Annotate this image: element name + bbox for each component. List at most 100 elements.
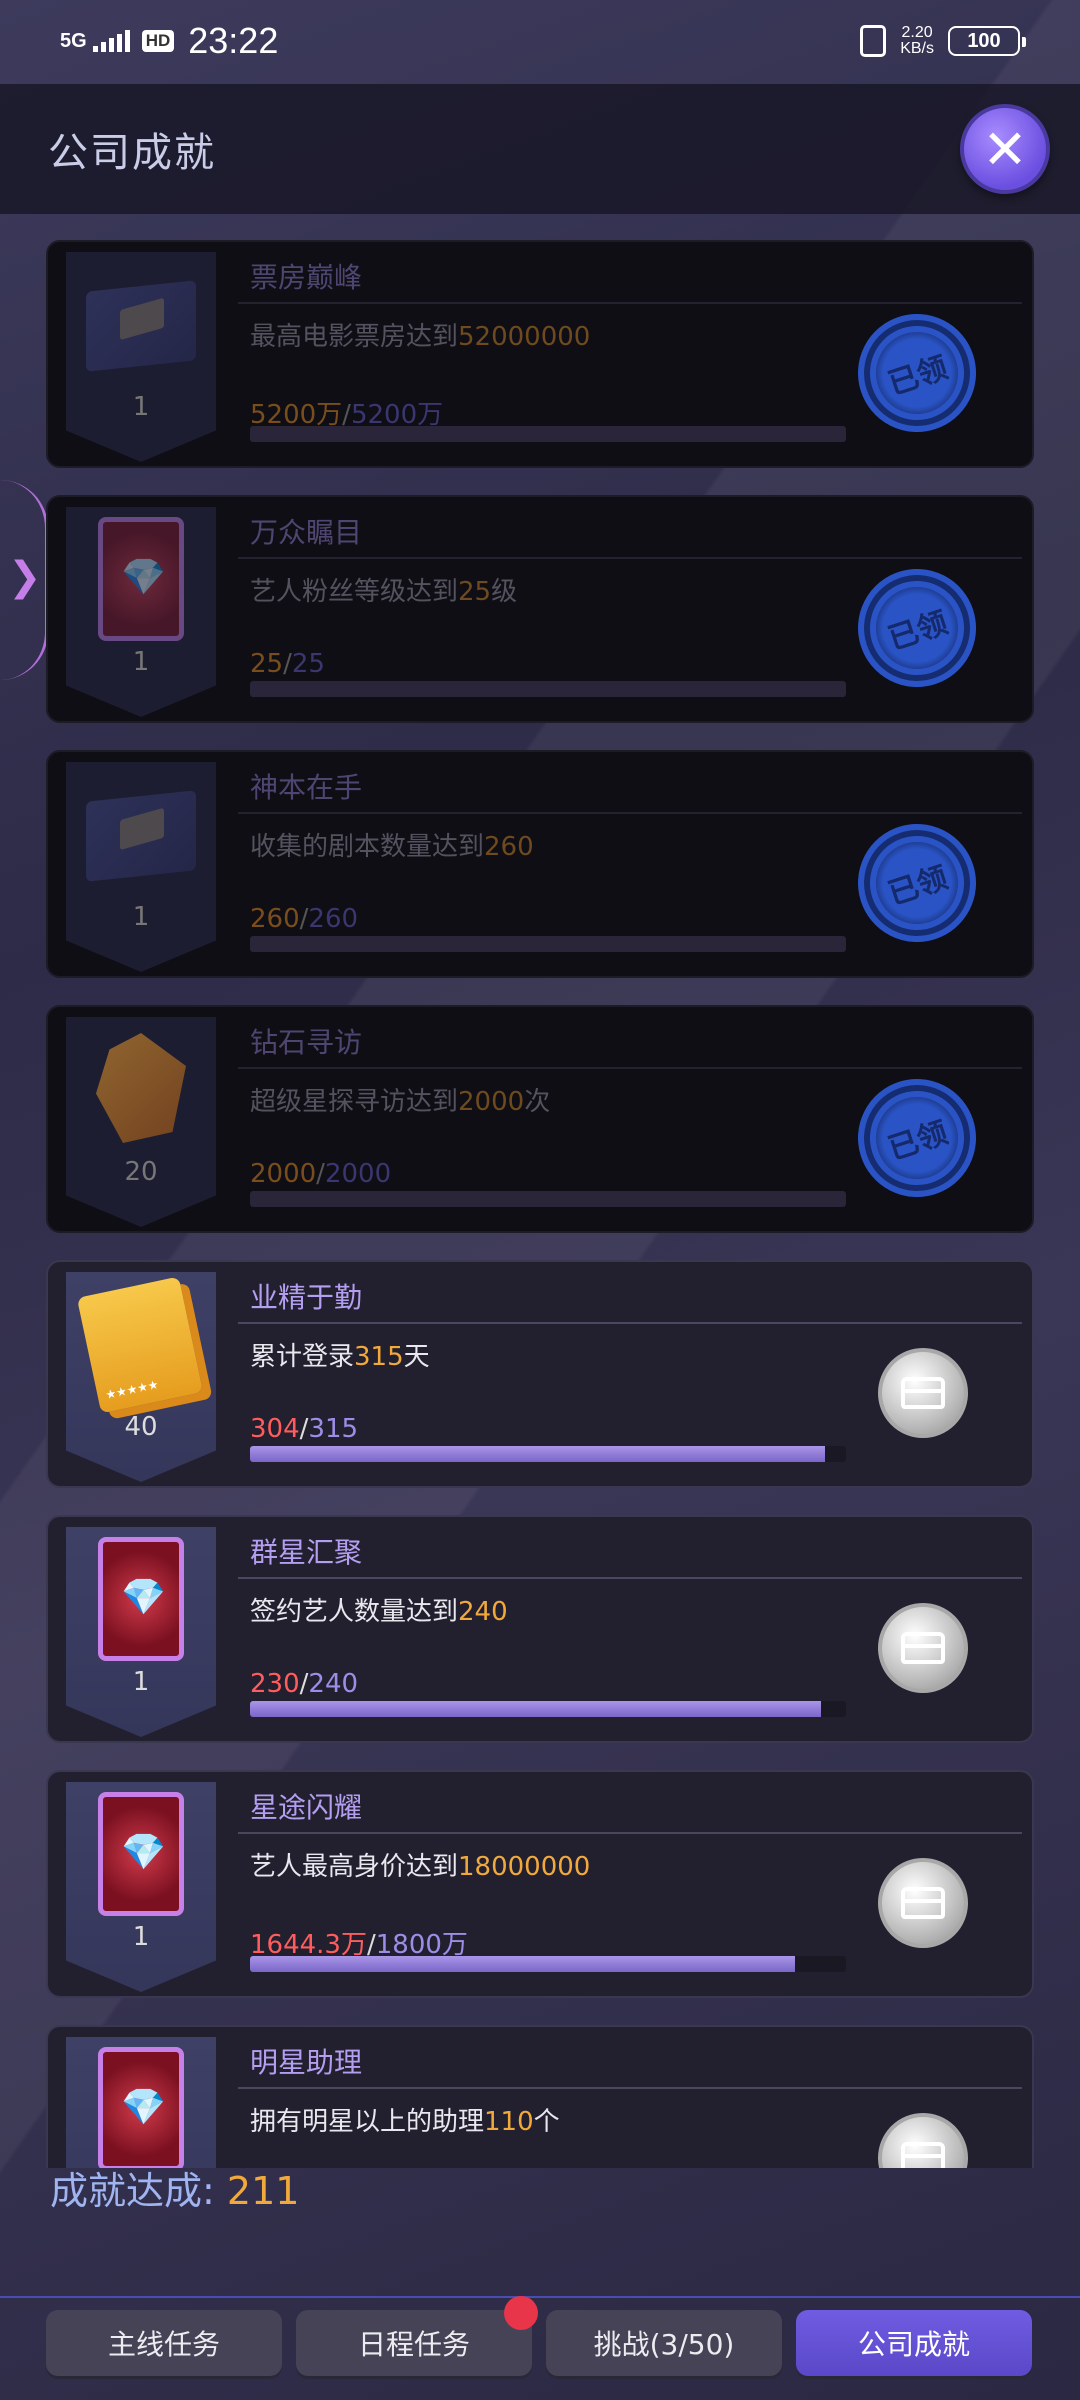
tab-main-quest[interactable]: 主线任务 <box>46 2310 282 2376</box>
reward-count: 1 <box>132 1667 150 1697</box>
hd-badge: HD <box>141 30 175 52</box>
claim-chest-button[interactable] <box>878 1858 968 1948</box>
close-button[interactable]: ✕ <box>960 104 1050 194</box>
header: 公司成就 ✕ <box>0 84 1080 214</box>
divider <box>238 1577 1022 1579</box>
claim-chest-button[interactable] <box>878 2113 968 2168</box>
achievement-description: 最高电影票房达到52000000 <box>250 322 591 352</box>
achievement-card: 20 钻石寻访 超级星探寻访达到2000次 2000/2000 已领 <box>46 1005 1034 1233</box>
tab-label: 主线任务 <box>107 2328 220 2361</box>
divider <box>238 2087 1022 2089</box>
divider <box>238 1067 1022 1069</box>
status-bar: 5G HD 23:22 2.20 KB/s 100 <box>0 0 1080 82</box>
achievement-title: 明星助理 <box>250 2046 363 2079</box>
chest-icon <box>901 1887 945 1919</box>
artist-card-icon <box>98 1537 184 1661</box>
tab-daily-quest[interactable]: 日程任务 <box>296 2296 538 2376</box>
achievement-description: 艺人粉丝等级达到25级 <box>250 577 518 607</box>
progress-total: 240 <box>308 1669 359 1699</box>
chest-icon <box>901 2142 945 2168</box>
signal-icon <box>92 30 130 52</box>
progress-current: 304 <box>250 1414 300 1444</box>
tab-company-achievements[interactable]: 公司成就 <box>796 2310 1032 2376</box>
vibrate-icon <box>860 25 887 57</box>
achievement-title: 神本在手 <box>250 771 363 804</box>
achievement-card: 1 万众瞩目艺人粉丝等级达到25级 25/25 已领 <box>46 495 1034 723</box>
tab-challenge[interactable]: 挑战(3/50) <box>546 2310 782 2376</box>
achievement-card: 1 群星汇聚签约艺人数量达到240 230/240 <box>46 1515 1034 1743</box>
achievement-title: 万众瞩目 <box>250 516 363 549</box>
progress-total: 2000 <box>324 1159 392 1189</box>
progress-fill <box>250 1191 846 1207</box>
progress-total: 315 <box>308 1414 359 1444</box>
page-title: 公司成就 <box>48 130 216 176</box>
reward-badge: 1 <box>66 2037 216 2168</box>
progress-text: 260/260 <box>250 904 359 934</box>
reward-count: 1 <box>132 647 150 677</box>
close-icon: ✕ <box>982 117 1028 181</box>
achievement-description: 累计登录315天 <box>250 1342 430 1372</box>
achievement-description: 超级星探寻访达到2000次 <box>250 1087 551 1117</box>
divider <box>238 1832 1022 1834</box>
claimed-stamp: 已领 <box>842 553 992 703</box>
achievement-card: 1 明星助理拥有明星以上的助理110个 <box>46 2025 1034 2168</box>
notification-dot <box>504 2296 538 2330</box>
achievement-card: 1 票房巅峰 最高电影票房达到52000000 5200万/5200万 已领 <box>46 240 1034 468</box>
claim-chest-button[interactable] <box>878 1603 968 1693</box>
progress-text: 25/25 <box>250 649 325 679</box>
net-speed: 2.20 KB/s <box>900 24 934 57</box>
progress-fill <box>250 936 846 952</box>
achievement-title: 票房巅峰 <box>250 261 363 294</box>
tab-label: 公司成就 <box>857 2328 970 2361</box>
footer-divider <box>0 2296 1080 2298</box>
reward-badge: 1 <box>66 762 216 972</box>
divider <box>238 302 1022 304</box>
progress-fill <box>250 681 846 697</box>
bottom-tab-bar: 主线任务 日程任务 挑战(3/50) 公司成就 <box>0 2296 1080 2386</box>
summary-value: 211 <box>226 2169 300 2213</box>
progress-total: 25 <box>291 649 325 679</box>
progress-current: 2000 <box>250 1159 317 1189</box>
battery-icon: 100 <box>948 26 1026 56</box>
achievement-summary: 成就达成: 211 <box>50 2160 299 2215</box>
reward-badge: 1 <box>66 507 216 717</box>
progress-total: 260 <box>308 904 359 934</box>
artist-card-icon <box>98 2047 184 2168</box>
progress-bar <box>250 1191 846 1207</box>
clock: 23:22 <box>188 20 279 61</box>
achievement-title: 业精于勤 <box>250 1281 363 1314</box>
progress-bar <box>250 1956 846 1972</box>
claimed-stamp: 已领 <box>842 1063 992 1213</box>
tab-label: 日程任务 <box>357 2328 470 2361</box>
progress-bar <box>250 1446 846 1462</box>
divider <box>238 1322 1022 1324</box>
ticket-icon <box>86 790 196 882</box>
gem-icon <box>96 1033 186 1143</box>
summary-label: 成就达成: <box>50 2169 215 2213</box>
script-cards-icon <box>76 1276 204 1414</box>
battery-level: 100 <box>967 29 1001 52</box>
ticket-icon <box>86 280 196 372</box>
claimed-stamp: 已领 <box>842 298 992 448</box>
reward-badge: 40 <box>66 1272 216 1482</box>
achievement-card: 1星途闪耀艺人最高身价达到180000001644.3万/1800万 <box>46 1770 1034 1998</box>
achievement-list[interactable]: 1票房巅峰最高电影票房达到520000005200万/5200万已领1万众瞩目艺… <box>0 214 1080 2168</box>
progress-bar <box>250 936 846 952</box>
progress-current: 260 <box>250 904 300 934</box>
claimed-stamp: 已领 <box>842 808 992 958</box>
chest-icon <box>901 1632 945 1664</box>
reward-count: 1 <box>132 902 150 932</box>
artist-card-icon <box>98 1792 184 1916</box>
claim-chest-button[interactable] <box>878 1348 968 1438</box>
progress-text: 304/315 <box>250 1414 359 1444</box>
progress-current: 230 <box>250 1669 300 1699</box>
progress-text: 2000/2000 <box>250 1159 392 1189</box>
divider <box>238 812 1022 814</box>
progress-bar <box>250 426 846 442</box>
achievement-description: 收集的剧本数量达到260 <box>250 832 534 862</box>
reward-count: 40 <box>124 1412 158 1442</box>
achievement-description: 艺人最高身价达到18000000 <box>250 1852 591 1882</box>
reward-count: 20 <box>124 1157 158 1187</box>
divider <box>238 557 1022 559</box>
achievement-card: 1 神本在手收集的剧本数量达到260 260/260 已领 <box>46 750 1034 978</box>
